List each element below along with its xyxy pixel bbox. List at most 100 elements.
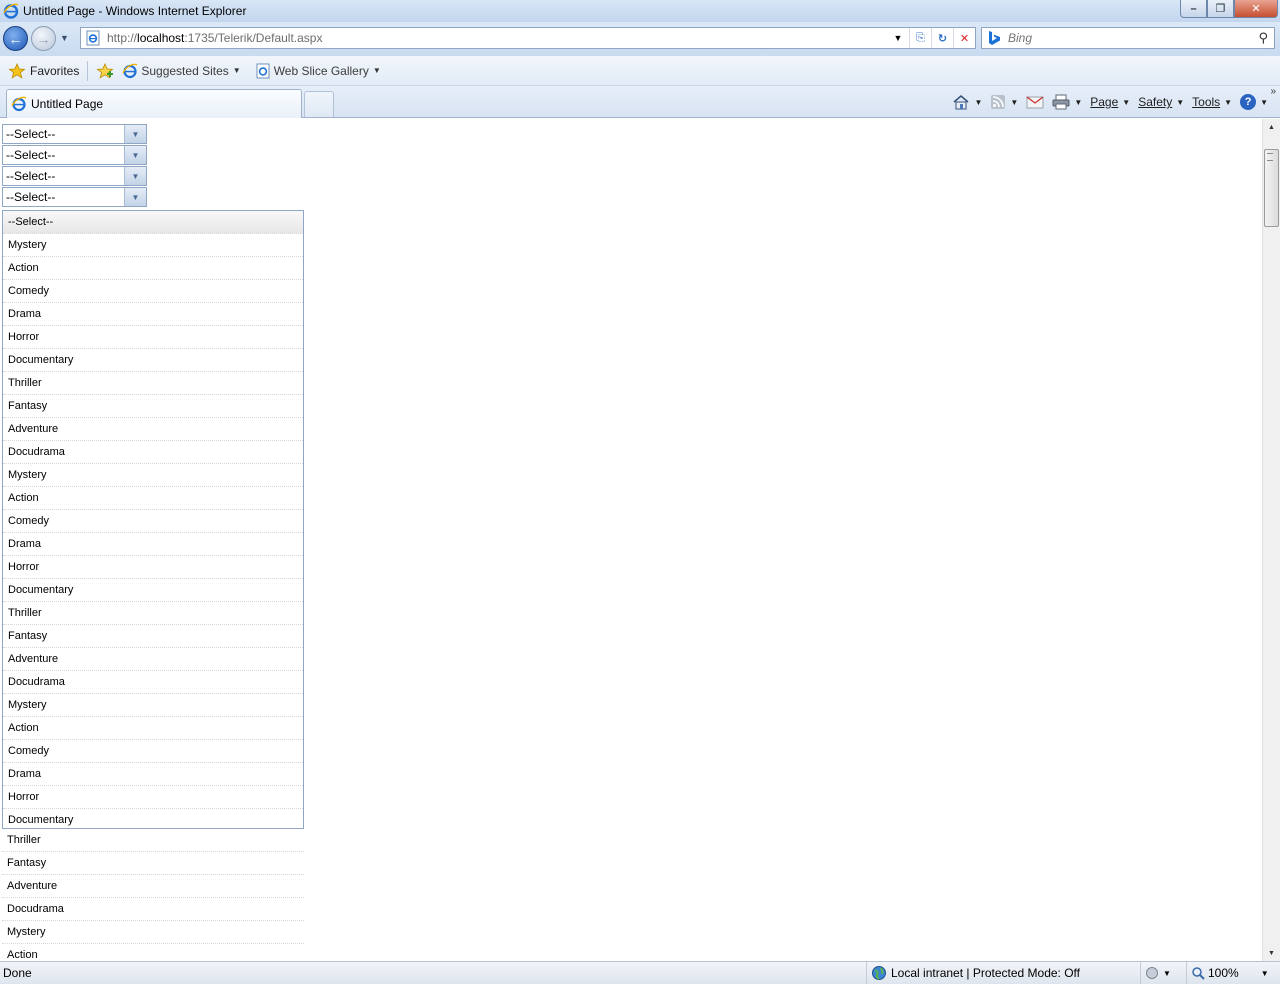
page-icon xyxy=(86,30,100,46)
dropdown-item[interactable]: Thriller xyxy=(3,602,303,625)
star-icon xyxy=(8,62,26,79)
dropdown-item[interactable]: Docudrama xyxy=(3,441,303,464)
dropdown-item[interactable]: Mystery xyxy=(2,921,304,944)
dropdown-item[interactable]: Adventure xyxy=(3,648,303,671)
search-input[interactable] xyxy=(1008,31,1248,45)
combobox-value[interactable]: --Select-- xyxy=(3,167,124,185)
dropdown-item[interactable]: Mystery xyxy=(3,694,303,717)
page-menu[interactable]: Page ▼ xyxy=(1086,90,1134,114)
dropdown-item[interactable]: Comedy xyxy=(3,510,303,533)
chevron-down-icon[interactable]: ▼ xyxy=(124,167,146,185)
compatibility-view-icon[interactable]: ⎘ xyxy=(909,28,931,48)
dropdown-item[interactable]: Horror xyxy=(3,556,303,579)
forward-arrow-icon: → xyxy=(36,30,51,47)
dropdown-item[interactable]: Comedy xyxy=(3,280,303,303)
chevron-down-icon: ▼ xyxy=(974,97,983,107)
dropdown-item[interactable]: Documentary xyxy=(3,579,303,602)
tab-untitled-page[interactable]: Untitled Page xyxy=(6,89,302,118)
navigation-bar: ← → ▼ http://localhost:1735/Telerik/Defa… xyxy=(0,22,1280,56)
dropdown-item[interactable]: Drama xyxy=(3,533,303,556)
safety-menu[interactable]: Safety ▼ xyxy=(1134,90,1188,114)
genre-combobox-2[interactable]: --Select-- ▼ xyxy=(2,145,147,165)
dropdown-item[interactable]: Docudrama xyxy=(3,671,303,694)
scroll-down-button[interactable]: ▼ xyxy=(1263,945,1280,961)
minimize-button[interactable]: – xyxy=(1180,0,1207,18)
maximize-button[interactable]: ❐ xyxy=(1207,0,1234,18)
help-menu[interactable]: ? ▼ xyxy=(1236,90,1272,114)
safety-menu-label: Safety xyxy=(1138,95,1173,109)
dropdown-item[interactable]: Fantasy xyxy=(3,625,303,648)
scroll-up-button[interactable]: ▲ xyxy=(1263,119,1280,135)
favorites-label: Favorites xyxy=(30,63,80,78)
dropdown-item[interactable]: Thriller xyxy=(2,829,304,852)
recent-pages-dropdown[interactable]: ▼ xyxy=(60,33,69,43)
stop-icon[interactable]: ✕ xyxy=(953,28,975,48)
address-dropdown-button[interactable]: ▼ xyxy=(887,28,909,48)
page-content: --Select-- ▼ --Select-- ▼ --Select-- ▼ -… xyxy=(0,119,1262,961)
back-button[interactable]: ← xyxy=(3,26,28,51)
dropdown-item[interactable]: Mystery xyxy=(3,234,303,257)
protected-mode-button[interactable]: ▼ xyxy=(1140,962,1184,984)
chevron-down-icon: ▼ xyxy=(1074,97,1083,107)
vertical-scrollbar[interactable]: ▲ ▼ xyxy=(1262,119,1280,961)
refresh-icon[interactable]: ↻ xyxy=(931,28,953,48)
window-controls: – ❐ ✕ xyxy=(1180,0,1278,18)
dropdown-item[interactable]: --Select-- xyxy=(3,211,303,234)
status-bar: Done Local intranet | Protected Mode: Of… xyxy=(0,961,1280,984)
new-tab-button[interactable] xyxy=(304,91,334,117)
chevron-down-icon[interactable]: ▼ xyxy=(124,125,146,143)
dropdown-item[interactable]: Comedy xyxy=(3,740,303,763)
dropdown-item[interactable]: Drama xyxy=(3,763,303,786)
tools-menu[interactable]: Tools ▼ xyxy=(1188,90,1236,114)
close-window-button[interactable]: ✕ xyxy=(1234,0,1278,18)
dropdown-item[interactable]: Fantasy xyxy=(2,852,304,875)
command-bar-overflow-chevron[interactable]: » xyxy=(1270,86,1276,97)
zoom-icon xyxy=(1192,967,1205,980)
web-slice-gallery-button[interactable]: Web Slice Gallery ▼ xyxy=(251,59,385,83)
print-button[interactable]: ▼ xyxy=(1048,90,1086,114)
dropdown-item[interactable]: Action xyxy=(3,257,303,280)
dropdown-item[interactable]: Action xyxy=(3,717,303,740)
dropdown-item[interactable]: Action xyxy=(3,487,303,510)
dropdown-item[interactable]: Docudrama xyxy=(2,898,304,921)
security-zone[interactable]: Local intranet | Protected Mode: Off xyxy=(866,962,1080,984)
address-bar[interactable]: http://localhost:1735/Telerik/Default.as… xyxy=(80,27,976,49)
home-button[interactable]: ▼ xyxy=(948,90,986,114)
combobox-value[interactable]: --Select-- xyxy=(3,125,124,143)
combobox-value[interactable]: --Select-- xyxy=(3,188,124,206)
globe-icon xyxy=(1146,967,1158,979)
dropdown-item[interactable]: Documentary xyxy=(3,809,303,828)
dropdown-item[interactable]: Action xyxy=(2,944,304,961)
forward-button[interactable]: → xyxy=(31,26,56,51)
scroll-grip xyxy=(1267,153,1273,161)
add-to-favorites-bar-button[interactable] xyxy=(92,59,118,83)
feeds-button[interactable]: ▼ xyxy=(986,90,1022,114)
dropdown-item[interactable]: Adventure xyxy=(3,418,303,441)
dropdown-item[interactable]: Documentary xyxy=(3,349,303,372)
read-mail-button[interactable] xyxy=(1022,90,1048,114)
genre-combobox-4[interactable]: --Select-- ▼ xyxy=(2,187,147,207)
zoom-level: 100% xyxy=(1208,966,1239,980)
web-slice-gallery-label: Web Slice Gallery xyxy=(273,63,369,78)
genre-combobox-1[interactable]: --Select-- ▼ xyxy=(2,124,147,144)
chevron-down-icon[interactable]: ▼ xyxy=(124,188,146,206)
genre-combobox-3[interactable]: --Select-- ▼ xyxy=(2,166,147,186)
ie-logo-icon xyxy=(3,3,19,19)
favorites-button[interactable]: Favorites xyxy=(4,59,83,83)
chevron-down-icon[interactable]: ▼ xyxy=(124,146,146,164)
combobox-value[interactable]: --Select-- xyxy=(3,146,124,164)
dropdown-item[interactable]: Adventure xyxy=(2,875,304,898)
address-url[interactable]: http://localhost:1735/Telerik/Default.as… xyxy=(107,31,322,45)
dropdown-item[interactable]: Horror xyxy=(3,326,303,349)
zoom-button[interactable]: 100% ▼ xyxy=(1186,962,1280,984)
dropdown-item[interactable]: Horror xyxy=(3,786,303,809)
dropdown-item[interactable]: Mystery xyxy=(3,464,303,487)
chevron-down-icon: ▼ xyxy=(1224,97,1233,107)
tab-label: Untitled Page xyxy=(31,97,104,111)
search-bar[interactable]: ⚲ xyxy=(981,27,1275,49)
suggested-sites-button[interactable]: Suggested Sites ▼ xyxy=(118,59,244,83)
dropdown-item[interactable]: Thriller xyxy=(3,372,303,395)
dropdown-item[interactable]: Drama xyxy=(3,303,303,326)
search-icon[interactable]: ⚲ xyxy=(1258,30,1268,46)
dropdown-item[interactable]: Fantasy xyxy=(3,395,303,418)
